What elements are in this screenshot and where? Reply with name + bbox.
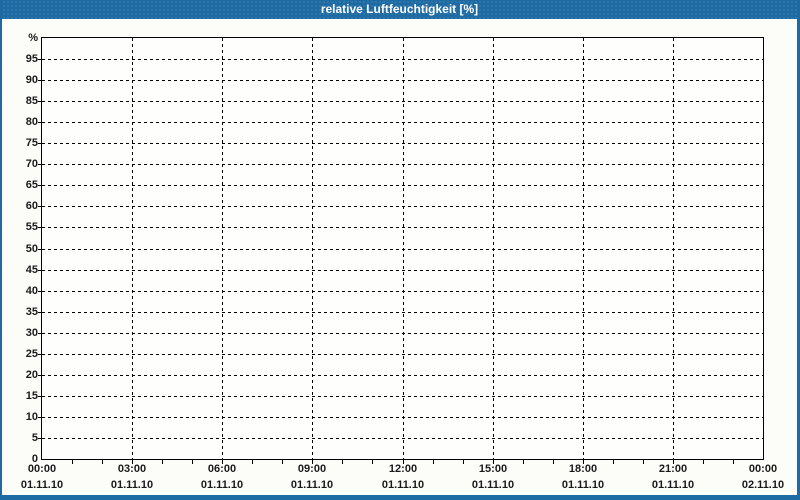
- x-tick-time-label: 12:00: [358, 463, 448, 476]
- y-tick-label: 55: [2, 221, 38, 234]
- y-tick-label: 75: [2, 137, 38, 150]
- y-axis-tick: [38, 185, 41, 186]
- y-tick-label: 15: [2, 390, 38, 403]
- y-axis-unit-label: %: [2, 32, 38, 45]
- y-tick-label: 30: [2, 327, 38, 340]
- x-tick-date-label: 01.11.10: [628, 479, 718, 492]
- v-gridline: [403, 38, 404, 459]
- y-tick-label: 35: [2, 306, 38, 319]
- y-tick-label: 20: [2, 369, 38, 382]
- v-gridline: [673, 38, 674, 459]
- v-gridline: [222, 38, 223, 459]
- chart-title: relative Luftfeuchtigkeit [%]: [321, 2, 478, 16]
- y-axis-tick: [38, 143, 41, 144]
- y-tick-label: 85: [2, 95, 38, 108]
- x-tick-time-label: 18:00: [538, 463, 628, 476]
- x-tick-date-label: 01.11.10: [538, 479, 628, 492]
- x-tick-date-label: 01.11.10: [448, 479, 538, 492]
- x-tick-date-label: 02.11.10: [718, 479, 800, 492]
- x-tick-time-label: 00:00: [0, 463, 87, 476]
- x-tick-time-label: 09:00: [267, 463, 357, 476]
- y-axis-tick: [38, 333, 41, 334]
- y-axis-tick: [38, 227, 41, 228]
- y-axis-tick: [38, 417, 41, 418]
- plot-area: [41, 37, 764, 460]
- y-tick-label: 90: [2, 74, 38, 87]
- y-axis-tick: [38, 270, 41, 271]
- y-axis-tick: [38, 80, 41, 81]
- y-tick-label: 50: [2, 243, 38, 256]
- y-tick-label: 80: [2, 116, 38, 129]
- y-axis-tick: [38, 122, 41, 123]
- y-axis-tick: [38, 375, 41, 376]
- y-tick-label: 5: [2, 432, 38, 445]
- x-tick-time-label: 03:00: [87, 463, 177, 476]
- x-tick-time-label: 21:00: [628, 463, 718, 476]
- x-tick-date-label: 01.11.10: [87, 479, 177, 492]
- x-tick-time-label: 15:00: [448, 463, 538, 476]
- y-tick-label: 25: [2, 348, 38, 361]
- y-axis-tick: [38, 354, 41, 355]
- v-gridline: [493, 38, 494, 459]
- y-axis-tick: [38, 291, 41, 292]
- x-tick-date-label: 01.11.10: [177, 479, 267, 492]
- y-tick-label: 45: [2, 264, 38, 277]
- y-tick-label: 10: [2, 411, 38, 424]
- y-axis-tick: [38, 164, 41, 165]
- chart-window: relative Luftfeuchtigkeit [%] 0510152025…: [0, 0, 800, 500]
- y-tick-label: 95: [2, 53, 38, 66]
- y-axis-tick: [38, 59, 41, 60]
- y-axis-tick: [38, 101, 41, 102]
- v-gridline: [312, 38, 313, 459]
- y-axis-tick: [38, 396, 41, 397]
- y-axis-tick: [38, 312, 41, 313]
- y-axis-tick: [38, 249, 41, 250]
- chart-title-bar: relative Luftfeuchtigkeit [%]: [2, 0, 797, 19]
- x-tick-date-label: 01.11.10: [358, 479, 448, 492]
- y-tick-label: 40: [2, 285, 38, 298]
- x-tick-date-label: 01.11.10: [267, 479, 357, 492]
- x-tick-date-label: 01.11.10: [0, 479, 87, 492]
- y-tick-label: 60: [2, 200, 38, 213]
- y-axis-tick: [38, 438, 41, 439]
- x-tick-time-label: 00:00: [718, 463, 800, 476]
- y-axis-tick: [38, 206, 41, 207]
- v-gridline: [583, 38, 584, 459]
- y-tick-label: 65: [2, 179, 38, 192]
- v-gridline: [132, 38, 133, 459]
- y-tick-label: 70: [2, 158, 38, 171]
- x-tick-time-label: 06:00: [177, 463, 267, 476]
